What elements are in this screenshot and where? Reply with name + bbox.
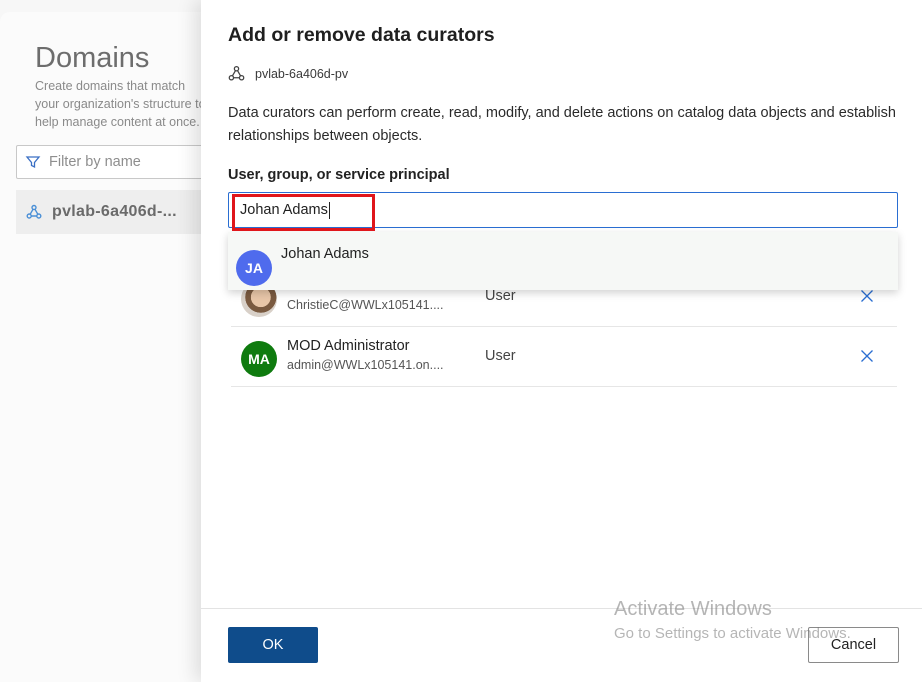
page-title: Domains <box>35 42 150 74</box>
cancel-button[interactable]: Cancel <box>808 627 899 663</box>
filter-icon <box>25 156 41 169</box>
curator-type: User <box>485 288 516 304</box>
domain-item-label: pvlab-6a406d-... <box>52 203 177 220</box>
domain-label-row: pvlab-6a406d-pv <box>228 65 348 82</box>
avatar: MA <box>241 341 277 377</box>
page-description: Create domains that match your organizat… <box>35 79 206 129</box>
domain-list-item[interactable]: pvlab-6a406d-... <box>16 190 210 234</box>
panel-description: Data curators can perform create, read, … <box>228 105 896 144</box>
close-icon[interactable] <box>859 348 875 364</box>
close-icon[interactable] <box>859 288 875 304</box>
domain-name: pvlab-6a406d-pv <box>255 66 349 81</box>
domain-icon <box>228 65 245 81</box>
highlight-box <box>232 194 375 231</box>
domain-icon <box>26 204 42 219</box>
curator-row: MA MOD Administrator admin@WWLx105141.on… <box>231 328 897 387</box>
curator-type: User <box>485 348 516 364</box>
avatar: JA <box>236 250 272 286</box>
curator-email: admin@WWLx105141.on.... <box>287 358 444 372</box>
footer-divider <box>201 608 922 609</box>
curator-email: ChristieC@WWLx105141.... <box>287 298 444 312</box>
background-page: Domains Create domains that match your o… <box>0 0 210 682</box>
filter-placeholder: Filter by name <box>49 154 141 170</box>
curator-name: MOD Administrator <box>287 338 410 354</box>
field-label: User, group, or service principal <box>228 167 450 183</box>
filter-input[interactable]: Filter by name <box>16 145 206 179</box>
watermark-title: Activate Windows <box>614 598 772 620</box>
curators-panel: Add or remove data curators pvlab-6a406d… <box>201 0 922 682</box>
suggestion-name: Johan Adams <box>281 246 369 262</box>
ok-button[interactable]: OK <box>228 627 318 663</box>
suggestion-item[interactable]: JA Johan Adams <box>228 232 898 290</box>
panel-title: Add or remove data curators <box>228 24 495 46</box>
